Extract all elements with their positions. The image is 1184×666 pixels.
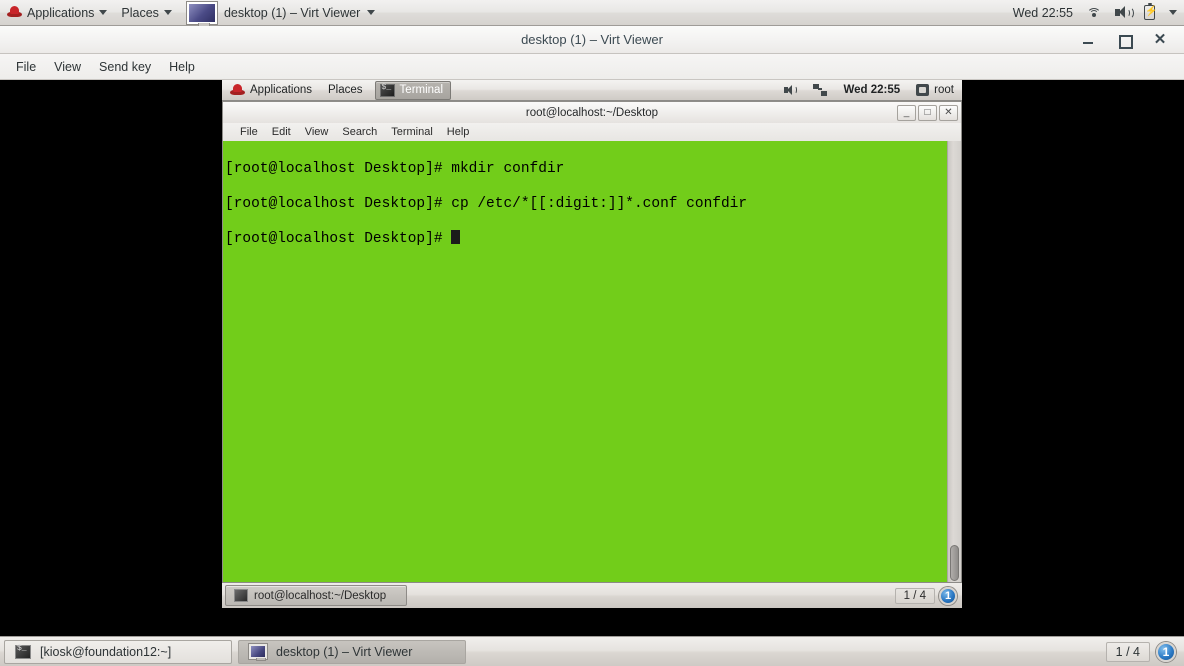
redhat-icon <box>230 83 245 97</box>
menu-send-key[interactable]: Send key <box>91 57 159 77</box>
terminal-scrollbar-thumb[interactable] <box>950 545 959 581</box>
network-icon <box>813 84 828 96</box>
guest-clock-label: Wed 22:55 <box>843 84 901 96</box>
volume-icon <box>1115 6 1134 19</box>
guest-panel-terminal-button[interactable]: Terminal <box>374 80 452 100</box>
host-workspace-count[interactable]: 1 / 4 <box>1105 641 1150 662</box>
guest-panel-terminal-label: Terminal <box>399 84 444 96</box>
virt-viewer-menubar: File View Send key Help <box>0 54 1184 80</box>
volume-icon <box>784 84 798 96</box>
taskbar-item-kiosk-terminal[interactable]: [kiosk@foundation12:~] <box>4 639 232 664</box>
terminal-menu-help[interactable]: Help <box>440 126 477 138</box>
guest-workspace-count[interactable]: 1 / 4 <box>894 587 935 604</box>
guest-places-label: Places <box>328 84 363 96</box>
terminal-icon <box>234 589 248 602</box>
menu-file[interactable]: File <box>8 57 44 77</box>
terminal-icon <box>15 644 31 659</box>
guest-taskbar-terminal-label: root@localhost:~/Desktop <box>254 589 387 602</box>
taskbar-item-virt-viewer[interactable]: desktop (1) – Virt Viewer <box>238 639 466 664</box>
terminal-menu-search[interactable]: Search <box>335 126 384 138</box>
terminal-screen[interactable]: [root@localhost Desktop]# mkdir confdir … <box>222 141 962 588</box>
host-applications-label: Applications <box>27 5 95 20</box>
redhat-icon <box>7 6 22 19</box>
terminal-prompt-line: [root@localhost Desktop]# <box>225 230 947 248</box>
wifi-icon <box>1087 7 1101 19</box>
terminal-output[interactable]: [root@localhost Desktop]# mkdir confdir … <box>223 141 947 587</box>
terminal-icon <box>379 83 395 97</box>
host-wifi-indicator[interactable] <box>1080 0 1108 26</box>
guest-desktop-background[interactable]: root@localhost:~/Desktop _ □ ✕ File Edit… <box>222 101 962 608</box>
guest-applications-menu[interactable]: Applications <box>222 80 320 101</box>
terminal-prompt: [root@localhost Desktop]# <box>225 231 452 248</box>
guest-taskbar-terminal-button[interactable]: root@localhost:~/Desktop <box>225 585 407 606</box>
terminal-window: root@localhost:~/Desktop _ □ ✕ File Edit… <box>222 101 962 588</box>
chevron-down-icon <box>1169 10 1177 15</box>
host-top-panel: Applications Places desktop (1) – Virt V… <box>0 0 1184 27</box>
host-places-label: Places <box>121 5 159 20</box>
guest-network-indicator[interactable] <box>805 80 835 101</box>
terminal-menu-view[interactable]: View <box>298 126 336 138</box>
terminal-menu-edit[interactable]: Edit <box>265 126 298 138</box>
host-battery-indicator[interactable] <box>1137 0 1162 26</box>
host-panel-window-button[interactable]: desktop (1) – Virt Viewer <box>179 0 383 27</box>
guest-volume-indicator[interactable] <box>776 80 805 101</box>
host-applications-menu[interactable]: Applications <box>0 0 114 26</box>
menu-help[interactable]: Help <box>161 57 203 77</box>
maximize-icon[interactable] <box>1116 32 1133 49</box>
terminal-title: root@localhost:~/Desktop <box>525 106 659 119</box>
terminal-line: [root@localhost Desktop]# mkdir confdir <box>225 161 565 178</box>
terminal-cursor <box>451 230 461 245</box>
terminal-scrollbar[interactable] <box>947 141 961 587</box>
host-places-menu[interactable]: Places <box>114 0 179 26</box>
menu-view[interactable]: View <box>46 57 89 77</box>
taskbar-item-kiosk-terminal-label: [kiosk@foundation12:~] <box>40 644 172 659</box>
window-thumbnail-icon <box>185 0 218 27</box>
close-icon[interactable]: ✕ <box>939 104 958 121</box>
guest-user-menu[interactable]: root <box>908 80 962 101</box>
guest-user-label: root <box>934 84 954 96</box>
user-icon <box>916 84 930 96</box>
host-system-menu[interactable] <box>1162 0 1184 26</box>
guest-places-menu[interactable]: Places <box>320 80 371 101</box>
taskbar-item-virt-viewer-label: desktop (1) – Virt Viewer <box>276 644 413 659</box>
monitor-icon <box>248 643 268 661</box>
host-workspace-badge[interactable]: 1 <box>1156 641 1176 662</box>
host-volume-indicator[interactable] <box>1108 0 1137 26</box>
guest-clock[interactable]: Wed 22:55 <box>835 80 908 101</box>
virt-viewer-display-area: Applications Places Terminal <box>0 80 1184 634</box>
battery-icon <box>1144 2 1158 20</box>
terminal-menubar: File Edit View Search Terminal Help <box>222 123 962 141</box>
virt-viewer-window: desktop (1) – Virt Viewer ✕ File View Se… <box>0 26 1184 636</box>
guest-applications-label: Applications <box>250 84 313 96</box>
guest-display[interactable]: Applications Places Terminal <box>222 80 962 634</box>
host-panel-window-label: desktop (1) – Virt Viewer <box>223 5 361 20</box>
minimize-icon[interactable]: _ <box>897 104 916 121</box>
terminal-window-controls: _ □ ✕ <box>895 104 961 121</box>
terminal-titlebar[interactable]: root@localhost:~/Desktop _ □ ✕ <box>222 101 962 123</box>
chevron-down-icon <box>163 10 172 15</box>
screen-root: Applications Places desktop (1) – Virt V… <box>0 0 1184 666</box>
terminal-menu-file[interactable]: File <box>233 126 265 138</box>
guest-top-panel: Applications Places Terminal <box>222 80 962 101</box>
host-clock[interactable]: Wed 22:55 <box>1006 0 1080 26</box>
maximize-icon[interactable]: □ <box>918 104 937 121</box>
guest-workspace-badge[interactable]: 1 <box>939 586 957 605</box>
virt-viewer-title: desktop (1) – Virt Viewer <box>521 32 663 47</box>
chevron-down-icon <box>99 10 108 15</box>
terminal-line: [root@localhost Desktop]# cp /etc/*[[:di… <box>225 195 748 212</box>
minimize-icon[interactable] <box>1080 32 1096 48</box>
host-taskbar: [kiosk@foundation12:~] desktop (1) – Vir… <box>0 636 1184 666</box>
host-panel-spacer <box>383 0 1005 26</box>
virt-viewer-window-controls: ✕ <box>1080 31 1184 49</box>
guest-bottom-panel: root@localhost:~/Desktop 1 / 4 1 <box>222 582 962 608</box>
terminal-menu-terminal[interactable]: Terminal <box>384 126 440 138</box>
virt-viewer-titlebar[interactable]: desktop (1) – Virt Viewer ✕ <box>0 26 1184 54</box>
close-icon[interactable]: ✕ <box>1152 31 1168 48</box>
chevron-down-icon <box>367 10 376 15</box>
host-clock-label: Wed 22:55 <box>1012 5 1073 20</box>
